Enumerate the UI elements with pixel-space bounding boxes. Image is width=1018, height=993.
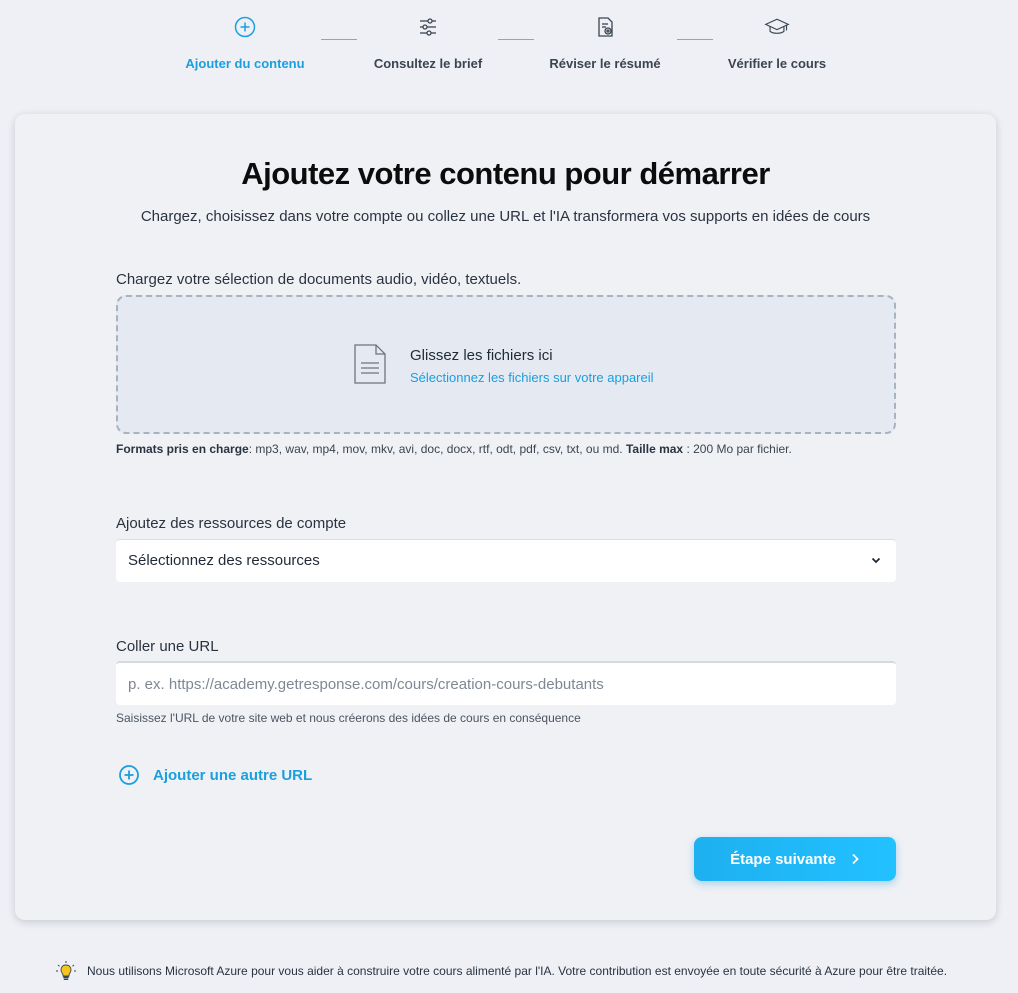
- step-label: Vérifier le cours: [727, 56, 827, 71]
- supported-formats: Formats pris en charge: mp3, wav, mp4, m…: [116, 442, 792, 456]
- dropzone-text: Glissez les fichiers ici Sélectionnez le…: [410, 347, 654, 385]
- page-subtitle: Chargez, choisissez dans votre compte ou…: [140, 208, 871, 225]
- maxsize-label: Taille max: [625, 442, 684, 456]
- chevron-down-icon: [871, 557, 881, 564]
- resources-label: Ajoutez des ressources de compte: [116, 515, 347, 532]
- file-dropzone[interactable]: Glissez les fichiers ici Sélectionnez le…: [116, 295, 896, 434]
- stepper: Ajouter du contenu Consultez le brief Ré…: [0, 0, 1018, 95]
- lightbulb-icon: [56, 961, 76, 980]
- add-url-label: Ajouter une autre URL: [153, 767, 313, 784]
- plus-circle-icon: [119, 765, 139, 785]
- dropzone-title: Glissez les fichiers ici: [410, 347, 553, 364]
- graduation-cap-icon: [764, 18, 790, 34]
- step-summary[interactable]: Réviser le résumé: [510, 14, 700, 71]
- page-title: Ajoutez votre contenu pour démarrer: [241, 156, 770, 191]
- upload-label: Chargez votre sélection de documents aud…: [116, 271, 522, 288]
- content-card: Ajoutez votre contenu pour démarrer Char…: [15, 114, 996, 920]
- url-hint: Saisissez l'URL de votre site web et nou…: [116, 711, 581, 725]
- url-input[interactable]: [116, 661, 896, 705]
- url-label: Coller une URL: [116, 638, 219, 655]
- footer-text: Nous utilisons Microsoft Azure pour vous…: [87, 964, 948, 978]
- chevron-right-icon: [852, 853, 859, 864]
- step-add-content[interactable]: Ajouter du contenu: [150, 14, 340, 71]
- next-step-label: Étape suivante: [730, 850, 836, 868]
- step-brief[interactable]: Consultez le brief: [333, 14, 523, 71]
- formats-value: : mp3, wav, mp4, mov, mkv, avi, doc, doc…: [248, 442, 623, 456]
- document-icon: [354, 344, 386, 384]
- formats-label: Formats pris en charge: [116, 442, 249, 456]
- resources-selected-value: Sélectionnez des ressources: [128, 552, 320, 569]
- resources-select[interactable]: Sélectionnez des ressources: [116, 539, 896, 582]
- next-step-button[interactable]: Étape suivante: [694, 837, 896, 881]
- footer-note: Nous utilisons Microsoft Azure pour vous…: [55, 960, 975, 982]
- document-review-icon: [598, 17, 613, 37]
- step-label: Ajouter du contenu: [185, 56, 305, 71]
- step-label: Consultez le brief: [373, 56, 483, 71]
- plus-circle-icon: [234, 16, 256, 38]
- step-verify[interactable]: Vérifier le cours: [682, 14, 872, 71]
- maxsize-value: : 200 Mo par fichier.: [686, 442, 792, 456]
- select-files-link[interactable]: Sélectionnez les fichiers sur votre appa…: [410, 370, 654, 385]
- sliders-icon: [420, 18, 436, 36]
- step-label: Réviser le résumé: [549, 56, 661, 71]
